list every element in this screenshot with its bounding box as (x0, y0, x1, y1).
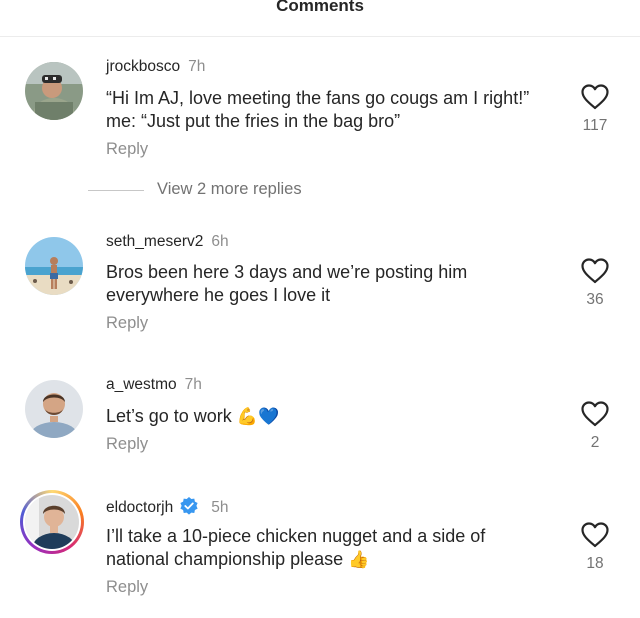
like-control: 2 (578, 400, 612, 452)
comment-text: I’ll take a 10-piece chicken nugget and … (106, 525, 556, 571)
comment-meta: a_westmo 7h (106, 376, 202, 394)
avatar[interactable] (25, 62, 83, 120)
reply-button[interactable]: Reply (106, 578, 148, 597)
heart-icon[interactable] (578, 257, 612, 285)
verified-badge-icon (179, 496, 199, 516)
comment-text-line: me: “Just put the fries in the bag bro” (106, 111, 401, 131)
blue-heart-emoji-icon: 💙 (257, 407, 280, 426)
avatar-image (25, 237, 83, 295)
like-control: 36 (578, 257, 612, 309)
flexed-biceps-emoji-icon: 💪 (236, 407, 258, 426)
comment-text-line: Let’s go to work 💪💙 (106, 405, 556, 428)
comment-meta: jrockbosco 7h (106, 58, 205, 76)
comment-text-line: Bros been here 3 days and we’re posting … (106, 262, 468, 282)
reply-button[interactable]: Reply (106, 435, 148, 454)
avatar[interactable] (25, 237, 83, 295)
like-count: 18 (586, 555, 604, 572)
like-control: 117 (578, 83, 612, 135)
comment-meta: eldoctorjh 5h (106, 496, 228, 517)
avatar-image (25, 380, 83, 438)
replies-divider (88, 190, 144, 191)
comment-text-content: national championship please (106, 549, 344, 569)
username[interactable]: seth_meserv2 (106, 233, 203, 250)
heart-icon[interactable] (578, 400, 612, 428)
comment-meta: seth_meserv2 6h (106, 233, 229, 251)
username[interactable]: eldoctorjh (106, 499, 173, 516)
heart-icon[interactable] (578, 521, 612, 549)
comments-header: Comments (0, 0, 640, 37)
comment-text-line: “Hi Im AJ, love meeting the fans go coug… (106, 88, 530, 108)
avatar-image (25, 495, 79, 549)
comment-text-line: national championship please 👍 (106, 548, 556, 571)
timestamp: 7h (184, 376, 202, 393)
avatar[interactable] (25, 495, 79, 549)
comment-text: Let’s go to work 💪💙 (106, 405, 556, 428)
comments-screen: Comments jrockbosco 7h “Hi Im AJ, love me… (0, 0, 640, 618)
reply-button[interactable]: Reply (106, 140, 148, 159)
comment-text-content: Let’s go to work (106, 406, 232, 426)
comment-text: “Hi Im AJ, love meeting the fans go coug… (106, 87, 556, 133)
like-count: 36 (586, 291, 604, 308)
username[interactable]: jrockbosco (106, 58, 180, 75)
heart-icon[interactable] (578, 83, 612, 111)
comment-text: Bros been here 3 days and we’re posting … (106, 261, 556, 307)
timestamp: 5h (211, 499, 229, 516)
comment-text-line: everywhere he goes I love it (106, 285, 331, 305)
avatar[interactable] (25, 380, 83, 438)
like-control: 18 (578, 521, 612, 573)
reply-button[interactable]: Reply (106, 314, 148, 333)
comment-text-line: I’ll take a 10-piece chicken nugget and … (106, 526, 486, 546)
like-count: 117 (582, 117, 608, 134)
view-more-replies-label[interactable]: View 2 more replies (157, 180, 302, 199)
header-title: Comments (276, 0, 364, 15)
like-count: 2 (590, 434, 600, 451)
story-ring[interactable] (20, 490, 84, 554)
username[interactable]: a_westmo (106, 376, 177, 393)
avatar-image (25, 62, 83, 120)
thumbs-up-emoji-icon: 👍 (348, 550, 370, 569)
timestamp: 7h (188, 58, 206, 75)
timestamp: 6h (211, 233, 229, 250)
